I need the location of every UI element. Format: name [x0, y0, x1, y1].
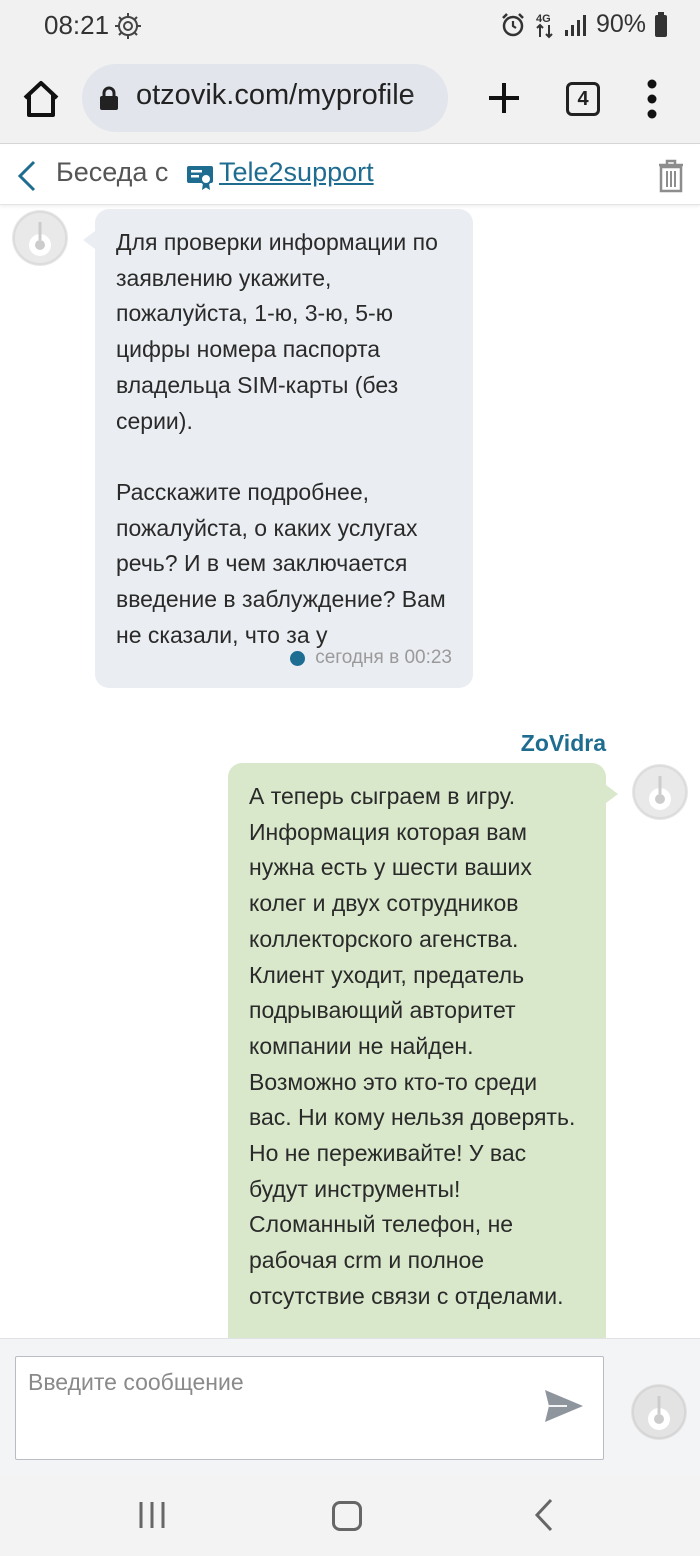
home-nav-icon[interactable]: [332, 1501, 362, 1531]
network-type-label: 4G: [536, 13, 551, 25]
browser-toolbar: otzovik.com/myprofile 4: [0, 52, 700, 144]
avatar: [631, 1384, 687, 1440]
message-input[interactable]: [15, 1356, 604, 1460]
message-bubble-incoming: Для проверки информации по заявлению ука…: [83, 209, 473, 688]
message-list[interactable]: Для проверки информации по заявлению ука…: [0, 205, 700, 1338]
address-bar[interactable]: otzovik.com/myprofile: [82, 64, 448, 132]
message-text: А теперь сыграем в игру. Информация кото…: [249, 783, 576, 1309]
status-indicators: 4G 90%: [500, 10, 668, 39]
conversation-header: Беседа с Tele2support: [0, 145, 700, 205]
signal-icon: [564, 14, 586, 36]
bug-gear-icon: [115, 13, 141, 39]
lock-icon: [100, 86, 118, 110]
system-nav-bar: [0, 1475, 700, 1556]
more-vert-icon[interactable]: [640, 78, 664, 120]
avatar[interactable]: [632, 764, 688, 820]
avatar-placeholder-icon: [13, 211, 67, 265]
tabs-button[interactable]: 4: [566, 82, 600, 116]
trash-icon[interactable]: [656, 159, 686, 193]
data-arrows-icon: 4G: [536, 13, 553, 38]
conversation-user-link[interactable]: Tele2support: [219, 157, 374, 188]
sender-name[interactable]: ZoVidra: [521, 730, 606, 757]
battery-percent: 90%: [595, 10, 646, 38]
url-text: otzovik.com/myprofile: [136, 79, 415, 111]
message-bubble-outgoing: А теперь сыграем в игру. Информация кото…: [228, 763, 618, 1338]
avatar-placeholder-icon: [632, 1385, 686, 1439]
url-fade: [408, 64, 448, 132]
home-icon[interactable]: [20, 78, 62, 120]
message-text: Для проверки информации по заявлению ука…: [116, 229, 446, 648]
back-chevron-icon[interactable]: [14, 159, 42, 193]
avatar-placeholder-icon: [633, 765, 687, 819]
status-time: 08:21: [44, 10, 110, 40]
alarm-icon: [502, 12, 524, 36]
battery-icon: [655, 11, 667, 37]
message-meta: сегодня в 00:23: [290, 640, 452, 676]
read-status-dot-icon: [290, 650, 306, 666]
back-nav-icon[interactable]: [533, 1497, 555, 1533]
status-bar: 08:21 4G 90%: [0, 0, 700, 52]
message-time: сегодня в 00:23: [315, 647, 452, 669]
recent-apps-icon[interactable]: [136, 1499, 168, 1531]
conversation-title-prefix: Беседа с: [56, 157, 169, 187]
verified-certificate-icon: [187, 166, 213, 190]
new-tab-button[interactable]: [486, 80, 522, 116]
message-composer: [0, 1338, 700, 1475]
send-icon[interactable]: [543, 1387, 585, 1425]
avatar[interactable]: [12, 210, 68, 266]
